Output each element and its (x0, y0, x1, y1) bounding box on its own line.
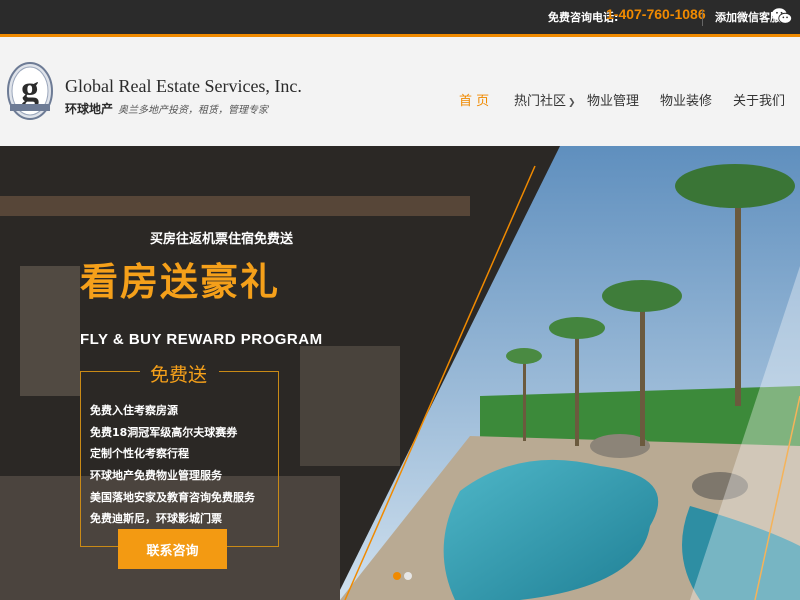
nav-home[interactable]: 首 页 (459, 90, 489, 109)
hero-subtitle: 买房往返机票住宿免费送 (150, 232, 294, 247)
carousel-dot-2[interactable] (404, 572, 412, 580)
benefit-item: 定制个性化考察行程 (90, 447, 189, 461)
benefit-item: 美国落地安家及教育咨询免费服务 (90, 490, 255, 504)
contact-button[interactable]: 联系咨询 (118, 529, 227, 569)
frame-top-left-line (80, 371, 140, 372)
free-gift-label: 免费送 (150, 364, 208, 386)
nav-about-us[interactable]: 关于我们 (733, 90, 785, 109)
benefit-item: 免费迪斯尼，环球影城门票 (90, 512, 222, 526)
benefits-list: 免费入住考察房源 免费18洞冠军级高尔夫球赛券 定制个性化考察行程 环球地产免费… (90, 400, 255, 530)
chevron-down-icon: ❯ (568, 98, 576, 108)
hero-banner[interactable]: 买房往返机票住宿免费送 看房送豪礼 FLY & BUY REWARD PROGR… (0, 146, 800, 600)
benefit-item: 免费入住考察房源 (90, 404, 178, 417)
benefit-item: 环球地产免费物业管理服务 (90, 469, 222, 483)
company-name-cn: 环球地产 (65, 102, 114, 116)
hero-title: 看房送豪礼 (80, 260, 281, 304)
nav-renovation[interactable]: 物业装修 (660, 90, 712, 109)
hero-title-en: FLY & BUY REWARD PROGRAM (80, 331, 323, 348)
hotline-number[interactable]: 1-407-760-1086 (606, 6, 706, 22)
nav-property-management[interactable]: 物业管理 (587, 90, 639, 109)
frame-top-right-line (219, 371, 279, 372)
site-header: g Global Real Estate Services, Inc. 环球地产… (0, 37, 800, 146)
carousel-dots (393, 572, 412, 580)
global-g-logo[interactable]: g (6, 61, 54, 121)
svg-text:g: g (21, 69, 39, 109)
wechat-icon[interactable] (771, 5, 793, 27)
company-name-en: Global Real Estate Services, Inc. (65, 76, 302, 96)
carousel-dot-1[interactable] (393, 572, 401, 580)
nav-hot-communities[interactable]: 热门社区 ❯ (514, 90, 576, 109)
top-bar: 免费咨询电话: 1-407-760-1086 添加微信客服: (0, 0, 800, 34)
topbar-divider (702, 10, 703, 26)
company-slogan: 奥兰多地产投资，租赁，管理专家 (118, 105, 268, 116)
benefit-item: 免费18洞冠军级高尔夫球赛券 (90, 425, 238, 439)
